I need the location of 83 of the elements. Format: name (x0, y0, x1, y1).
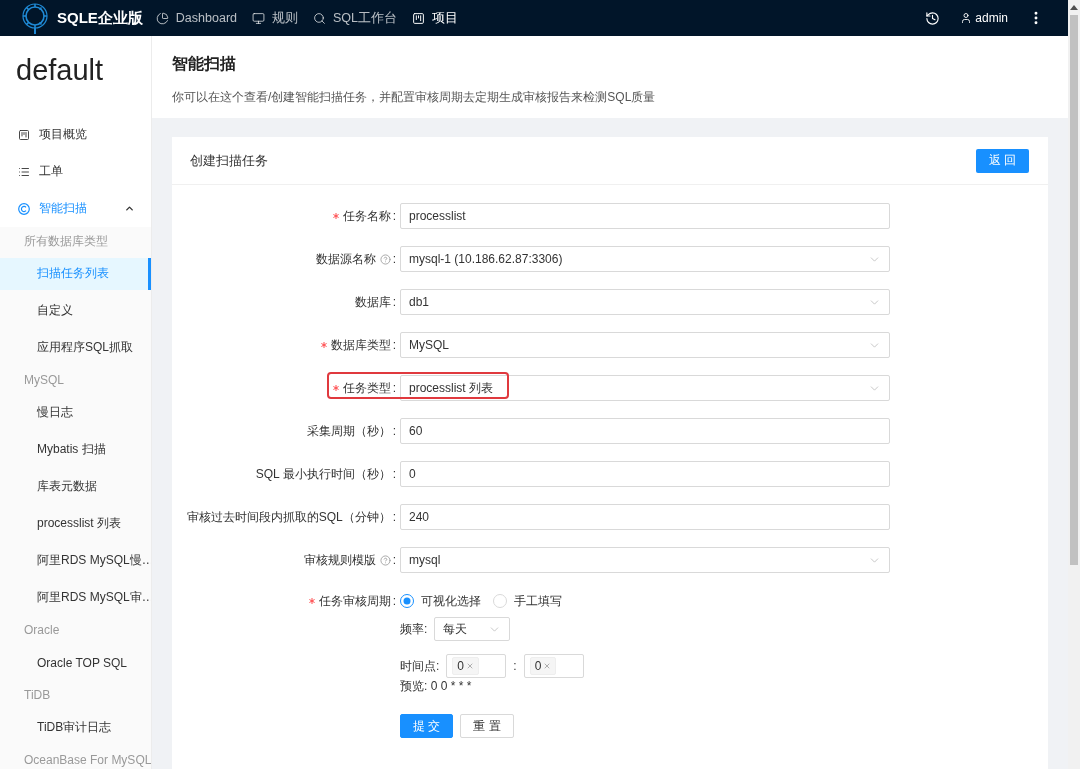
card-title: 创建扫描任务 (190, 151, 268, 170)
submenu-item[interactable]: Oracle TOP SQL (0, 646, 151, 679)
label-colon: : (392, 467, 396, 481)
user-icon (960, 12, 973, 24)
select-field[interactable]: processlist 列表 (400, 375, 890, 401)
menu-group-title: MySQL (23, 372, 65, 389)
label-colon: : (392, 338, 396, 352)
menu-group-title: 所有数据库类型 (23, 232, 109, 250)
field-label: 数据库类型 (330, 336, 391, 354)
kanban-icon (412, 11, 425, 25)
menu-group-title: OceanBase For MySQL (23, 752, 151, 769)
menu-group-title: TiDB (23, 687, 52, 704)
field-label: SQL 最小执行时间（秒） (255, 465, 391, 483)
page-title: 智能扫描 (172, 54, 237, 74)
search-icon (313, 11, 326, 25)
field-label: 采集周期（秒） (306, 422, 391, 440)
label-colon: : (392, 553, 396, 567)
menu-item[interactable]: 工单 (0, 153, 151, 190)
text-input[interactable]: 240 (400, 504, 890, 530)
text-input[interactable]: 60 (400, 418, 890, 444)
hour-select[interactable]: 0 (446, 654, 507, 678)
select-field[interactable]: MySQL (400, 332, 890, 358)
project-name: default (15, 53, 105, 88)
text-input[interactable]: processlist (400, 203, 890, 229)
pie-chart-icon (155, 11, 169, 25)
menu-item[interactable]: 项目概览 (0, 116, 151, 153)
submenu-item[interactable]: TiDB审计日志 (0, 711, 151, 744)
field-label: 数据源名称 (315, 250, 376, 268)
radio-option[interactable]: 手工填写 (493, 592, 562, 610)
select-field[interactable]: mysql-1 (10.186.62.87:3306) (400, 246, 890, 272)
label-colon: : (392, 209, 396, 223)
frequency-select[interactable]: 每天 (434, 617, 511, 641)
minute-select[interactable]: 0 (523, 654, 584, 678)
label-colon: : (392, 252, 396, 266)
frequency-label: 频率: (400, 620, 428, 638)
nav-item[interactable]: 规则 (252, 9, 298, 27)
nav-item[interactable]: SQL工作台 (313, 9, 397, 27)
submenu-item[interactable]: 自定义 (0, 294, 151, 327)
submenu-item[interactable]: 慢日志 (0, 396, 151, 429)
submenu-item[interactable]: Mybatis 扫描 (0, 433, 151, 466)
field-label: 数据库 (354, 293, 391, 311)
select-field[interactable]: db1 (400, 289, 890, 315)
close-icon[interactable] (543, 662, 552, 670)
submenu-item[interactable]: 应用程序SQL抓取 (0, 331, 151, 364)
cron-preview: 预览: 0 0 * * * (400, 678, 472, 694)
selected-tag: 0 (529, 657, 557, 675)
brand-name: SQLE企业版 (57, 8, 143, 28)
nav-item[interactable]: 项目 (412, 9, 458, 27)
field-label: 任务类型 (342, 379, 391, 397)
menu-group-title: Oracle (23, 622, 61, 639)
label-colon: : (392, 594, 396, 608)
nav-item[interactable]: Dashboard (155, 11, 237, 25)
field-label: 任务审核周期 (318, 592, 391, 610)
label-colon: : (392, 424, 396, 438)
label-colon: : (392, 381, 396, 395)
selected-tag: 0 (452, 657, 480, 675)
close-icon[interactable] (466, 662, 475, 670)
reset-button[interactable]: 重 置 (460, 714, 514, 738)
time-separator: : (513, 659, 517, 673)
submenu-item[interactable]: 阿里RDS MySQL慢… (0, 544, 151, 577)
help-icon[interactable] (379, 554, 391, 566)
submenu-item[interactable]: processlist 列表 (0, 507, 151, 540)
help-icon[interactable] (379, 253, 391, 265)
scrollbar-thumb[interactable] (1070, 15, 1078, 565)
kanban-icon (18, 128, 30, 141)
radio-option[interactable]: 可视化选择 (400, 592, 481, 610)
time-label: 时间点: (400, 657, 440, 675)
text-input[interactable]: 0 (400, 461, 890, 487)
submenu-item[interactable]: 库表元数据 (0, 470, 151, 503)
user-menu[interactable]: admin (960, 11, 1008, 25)
history-icon[interactable] (925, 10, 941, 26)
label-colon: : (392, 295, 396, 309)
select-field[interactable]: mysql (400, 547, 890, 573)
field-label: 任务名称 (342, 207, 391, 225)
label-colon: : (392, 510, 396, 524)
field-label: 审核规则模版 (303, 551, 376, 569)
field-label: 审核过去时间段内抓取的SQL（分钟） (186, 508, 391, 526)
monitor-icon (252, 11, 265, 25)
page-description: 你可以在这个查看/创建智能扫描任务，并配置审核周期去定期生成审核报告来检测SQL质量 (172, 89, 657, 106)
scroll-up-arrow-icon[interactable] (1070, 5, 1078, 10)
submenu-item[interactable]: 阿里RDS MySQL审… (0, 581, 151, 614)
circle-c-icon (18, 202, 30, 215)
list-icon (18, 165, 30, 178)
